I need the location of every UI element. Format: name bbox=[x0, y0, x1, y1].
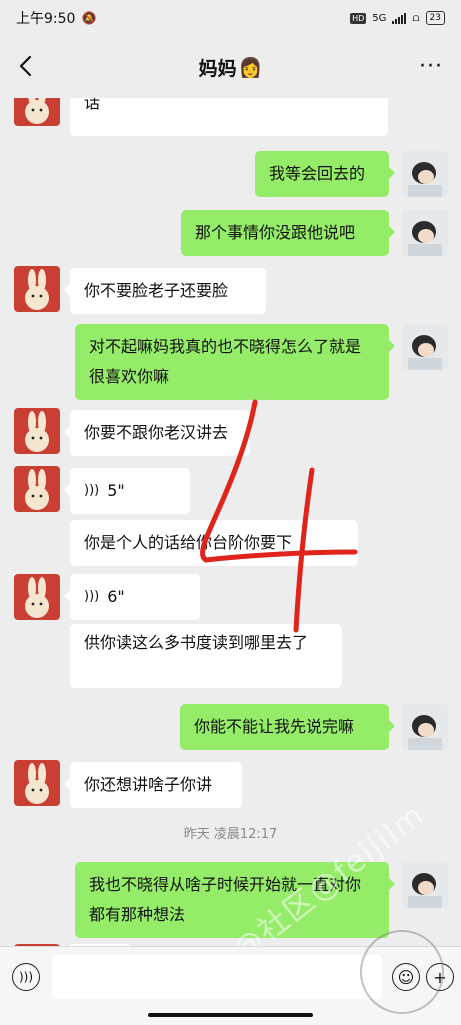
message-bubble-received[interactable]: 话 bbox=[70, 98, 388, 136]
network-label: 5G bbox=[372, 12, 387, 24]
message-bubble-received[interactable]: 你是个人的话给你台阶你要下 bbox=[70, 520, 358, 566]
avatar-mom[interactable] bbox=[14, 466, 60, 512]
message-bubble-received[interactable]: 你要不跟你老汉讲去 bbox=[64, 410, 250, 456]
voice-duration: 5" bbox=[107, 481, 125, 500]
voice-wave-icon: ))) bbox=[84, 483, 100, 498]
message-bubble-received[interactable]: 供你读这么多书度读到哪里去了 bbox=[70, 624, 342, 688]
contact-name: 妈妈 bbox=[198, 57, 237, 80]
avatar-me[interactable] bbox=[402, 151, 448, 197]
home-indicator bbox=[148, 1013, 313, 1017]
avatar-mom[interactable] bbox=[14, 574, 60, 620]
avatar-me[interactable] bbox=[402, 704, 448, 750]
signal-icon bbox=[392, 12, 407, 24]
chat-header: 妈妈 👩 ··· bbox=[0, 36, 461, 98]
message-text: 你不要脸老子还要脸 bbox=[84, 281, 229, 300]
status-time: 上午9:50 bbox=[16, 11, 76, 27]
chevron-left-icon[interactable] bbox=[14, 53, 40, 79]
voice-input-icon[interactable]: ))) bbox=[12, 963, 40, 991]
watermark-stamp bbox=[360, 930, 444, 1014]
avatar-mom[interactable] bbox=[14, 98, 60, 126]
message-bubble-sent[interactable]: 你能不能让我先说完嘛 bbox=[180, 704, 395, 750]
message-text: 供你读这么多书度读到哪里去了 bbox=[84, 633, 309, 652]
battery-indicator: 23 bbox=[425, 11, 445, 25]
avatar-me[interactable] bbox=[402, 210, 448, 256]
avatar-mom[interactable] bbox=[14, 408, 60, 454]
message-bubble-sent[interactable]: 对不起嘛妈我真的也不晓得怎么了就是很喜欢你嘛 bbox=[75, 324, 395, 400]
message-list[interactable]: 话 我等会回去的 那个事情你没跟他说吧 你不要脸老子还要脸 对不起嘛妈我真的也不… bbox=[0, 98, 461, 946]
more-dots-icon[interactable]: ··· bbox=[419, 54, 443, 79]
message-bubble-received[interactable]: 你不要脸老子还要脸 bbox=[64, 268, 266, 314]
avatar-mom[interactable] bbox=[14, 266, 60, 312]
hd-badge: HD bbox=[350, 12, 367, 24]
avatar-me[interactable] bbox=[402, 862, 448, 908]
message-text: 对不起嘛妈我真的也不晓得怎么了就是很喜欢你嘛 bbox=[89, 337, 362, 386]
avatar-me[interactable] bbox=[402, 324, 448, 370]
message-text: 你能不能让我先说完嘛 bbox=[194, 717, 355, 736]
status-bar: 上午9:50 🔕 HD 5G ⩍ 23 bbox=[0, 0, 461, 36]
voice-wave-icon: ))) bbox=[84, 589, 100, 604]
message-text: 我等会回去的 bbox=[269, 164, 366, 183]
voice-message-bubble[interactable]: ))) 6" bbox=[64, 574, 200, 620]
message-text: 话 bbox=[84, 98, 101, 112]
message-bubble-sent[interactable]: 那个事情你没跟他说吧 bbox=[181, 210, 395, 256]
message-text: 你是个人的话给你台阶你要下 bbox=[84, 533, 293, 552]
message-text: 你要不跟你老汉讲去 bbox=[84, 423, 229, 442]
message-bubble-sent[interactable]: 我等会回去的 bbox=[255, 151, 395, 197]
wifi-icon: ⩍ bbox=[412, 11, 420, 24]
message-text: 那个事情你没跟他说吧 bbox=[195, 223, 356, 242]
voice-duration: 6" bbox=[107, 587, 125, 606]
message-text: 你还想讲啥子你讲 bbox=[84, 775, 213, 794]
voice-message-bubble[interactable]: ))) 5" bbox=[64, 468, 190, 514]
message-bubble-received[interactable]: 你还想讲啥子你讲 bbox=[64, 762, 242, 808]
avatar-mom[interactable] bbox=[14, 760, 60, 806]
woman-emoji-icon: 👩 bbox=[238, 56, 263, 79]
message-input[interactable] bbox=[52, 955, 382, 999]
mute-icon: 🔕 bbox=[81, 11, 97, 25]
chat-title: 妈妈 👩 bbox=[199, 54, 263, 81]
